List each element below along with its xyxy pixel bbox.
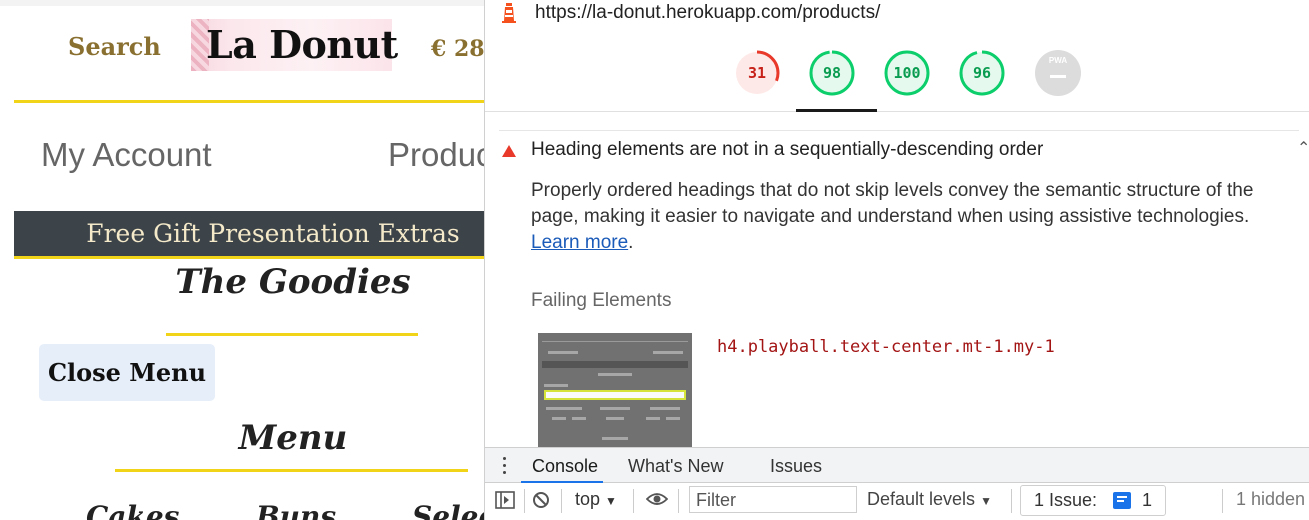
log-levels-value: Default levels	[867, 489, 976, 509]
tab-console[interactable]: Console	[532, 456, 598, 477]
learn-more-link[interactable]: Learn more	[531, 232, 628, 253]
close-menu-button[interactable]: Close Menu	[39, 344, 215, 401]
gauge-pwa[interactable]: PWA	[1035, 50, 1081, 96]
site-logo[interactable]: La Donut	[206, 22, 398, 67]
active-category-indicator	[796, 109, 877, 112]
gauge-best-practices[interactable]: 100	[884, 50, 930, 96]
report-url[interactable]: https://la-donut.herokuapp.com/products/	[535, 2, 880, 24]
divider	[14, 256, 484, 259]
lighthouse-icon	[502, 3, 516, 23]
thumb-line	[546, 407, 582, 410]
issues-counter-button[interactable]: 1 Issue: 1	[1020, 485, 1166, 516]
gauge-performance[interactable]: 31	[734, 50, 780, 96]
thumb-line	[602, 437, 628, 440]
thumb-line	[606, 417, 624, 420]
toolbar-separator	[1011, 489, 1012, 513]
live-expression-eye-icon[interactable]	[646, 491, 668, 507]
thumb-line	[666, 417, 680, 420]
thumb-line	[598, 373, 632, 376]
clear-console-icon[interactable]	[532, 491, 550, 509]
thumb-line	[548, 351, 578, 354]
sidebar-toggle-icon[interactable]	[495, 491, 515, 509]
divider	[14, 100, 484, 103]
menu-heading: Menu	[238, 418, 348, 458]
cart-total[interactable]: € 28	[431, 36, 484, 62]
pwa-dash	[1050, 75, 1066, 78]
gauge-accessibility[interactable]: 98	[809, 50, 855, 96]
goodies-heading: The Goodies	[175, 262, 411, 302]
toolbar-separator	[524, 489, 525, 513]
thumb-line	[542, 341, 688, 342]
toolbar-separator	[633, 489, 634, 513]
score-gauges: 31 98 100 96 PWA	[485, 30, 1309, 112]
pwa-label: PWA	[1048, 56, 1068, 65]
context-value: top	[575, 489, 601, 509]
failing-elements-label: Failing Elements	[531, 290, 672, 311]
context-select[interactable]: top ▼	[575, 489, 617, 510]
failing-element-selector[interactable]: h4.playball.text-center.mt-1.my-1	[717, 337, 1055, 357]
thumb-highlighted-element	[544, 390, 686, 400]
previous-audit-row	[499, 113, 1299, 131]
thumb-line	[600, 407, 630, 410]
thumb-banner	[542, 361, 688, 368]
tab-issues[interactable]: Issues	[770, 456, 822, 477]
hidden-messages-count: 1 hidden	[1236, 489, 1306, 509]
gauge-score: 31	[747, 64, 767, 82]
category-buns[interactable]: Buns	[256, 500, 336, 520]
thumb-line	[650, 407, 680, 410]
fail-triangle-icon	[502, 145, 516, 157]
toolbar-separator	[678, 489, 679, 513]
website-viewport: Search La Donut € 28 My Account Products…	[0, 0, 484, 520]
gauge-seo[interactable]: 96	[959, 50, 1005, 96]
nav-products[interactable]: Products	[388, 136, 484, 174]
thumb-line	[646, 417, 660, 420]
dropdown-caret-icon: ▼	[605, 494, 617, 508]
console-toolbar: top ▼ Filter Default levels ▼ 1 Issue: 1…	[485, 483, 1309, 520]
category-select[interactable]: Select	[412, 500, 484, 520]
search-link[interactable]: Search	[68, 32, 161, 61]
console-filter-input[interactable]: Filter	[689, 486, 857, 513]
gauge-score: 100	[893, 64, 921, 82]
audit-list[interactable]: Heading elements are not in a sequential…	[485, 113, 1309, 447]
dropdown-caret-icon: ▼	[980, 494, 992, 508]
gauge-score: 96	[972, 64, 992, 82]
audit-description: Properly ordered headings that do not sk…	[531, 180, 1254, 253]
gauge-score: 98	[822, 64, 842, 82]
drawer-menu-icon[interactable]	[503, 457, 507, 475]
toolbar-separator	[1222, 489, 1223, 513]
lighthouse-url-bar: https://la-donut.herokuapp.com/products/	[485, 0, 1309, 28]
thumb-line	[552, 417, 566, 420]
thumb-line	[653, 351, 683, 354]
audit-description-text: Properly ordered headings that do not sk…	[531, 180, 1254, 227]
devtools-panel: https://la-donut.herokuapp.com/products/…	[484, 0, 1309, 520]
thumb-line	[572, 417, 586, 420]
issues-count: 1	[1142, 490, 1153, 510]
divider	[166, 333, 418, 336]
top-border	[0, 0, 484, 6]
drawer-tabbar: Console What's New Issues	[485, 447, 1309, 483]
thumb-line	[544, 384, 568, 387]
divider	[115, 469, 468, 472]
issues-label: 1 Issue:	[1034, 490, 1098, 510]
toolbar-separator	[561, 489, 562, 513]
promo-banner[interactable]: Free Gift Presentation Extras	[14, 211, 484, 257]
nav-my-account[interactable]: My Account	[41, 136, 212, 174]
collapse-caret-icon[interactable]: ⌃	[1297, 138, 1309, 158]
issue-message-icon	[1113, 492, 1131, 509]
tab-whats-new[interactable]: What's New	[628, 456, 723, 477]
audit-title[interactable]: Heading elements are not in a sequential…	[531, 139, 1043, 161]
category-cakes[interactable]: Cakes	[86, 500, 179, 520]
log-levels-select[interactable]: Default levels ▼	[867, 489, 992, 510]
element-screenshot-thumbnail[interactable]	[538, 333, 692, 447]
